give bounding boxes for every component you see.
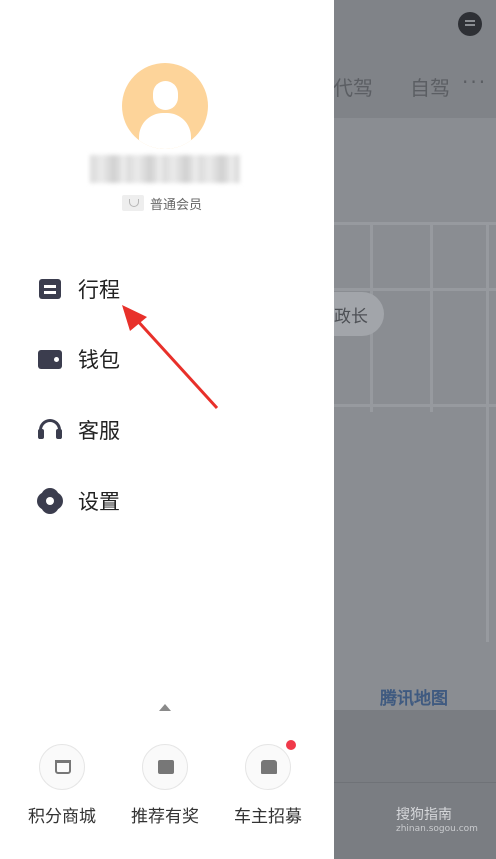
tab-daijia[interactable]: 代驾 — [333, 72, 373, 101]
expand-up-icon[interactable] — [159, 704, 171, 711]
referral-reward-button[interactable]: 推荐有奖 — [120, 744, 210, 827]
side-drawer: 普通会员 行程 钱包 客服 设置 积分商城 推荐有奖 车主招募 — [0, 0, 334, 859]
gear-icon — [38, 489, 62, 513]
menu-label: 行程 — [78, 278, 120, 302]
driver-icon — [245, 740, 296, 790]
trip-icon — [38, 277, 62, 301]
avatar[interactable] — [122, 63, 208, 149]
menu-label: 钱包 — [78, 348, 120, 372]
points-mall-button[interactable]: 积分商城 — [17, 744, 107, 827]
map-card-divider — [330, 782, 496, 783]
map-pill-label: 政长 — [334, 307, 368, 327]
cart-icon — [39, 744, 85, 790]
menu-item-wallet[interactable]: 钱包 — [38, 344, 120, 374]
map-road — [486, 222, 489, 642]
wallet-icon — [38, 347, 62, 371]
map-bottom-card — [330, 710, 496, 859]
notification-dot — [286, 740, 296, 750]
bottom-label: 推荐有奖 — [131, 807, 199, 827]
watermark: 搜狗指南 — [396, 807, 452, 823]
member-badge[interactable]: 普通会员 — [122, 194, 203, 213]
member-icon — [122, 195, 144, 211]
map-road — [330, 222, 496, 225]
menu-label: 设置 — [78, 490, 120, 514]
menu-item-trips[interactable]: 行程 — [38, 274, 120, 304]
map-road — [330, 288, 496, 291]
member-level-label: 普通会员 — [150, 197, 203, 213]
headset-icon — [38, 418, 62, 442]
message-icon[interactable] — [458, 12, 482, 36]
avatar-head-shape — [153, 81, 178, 110]
menu-label: 客服 — [78, 419, 120, 443]
map-provider-logo: 腾讯地图 — [380, 689, 448, 709]
username-blurred — [90, 155, 240, 183]
driver-recruit-button[interactable]: 车主招募 — [223, 740, 313, 827]
menu-item-support[interactable]: 客服 — [38, 415, 120, 445]
map-road — [430, 222, 433, 412]
bottom-label: 车主招募 — [234, 807, 302, 827]
bottom-label: 积分商城 — [28, 807, 96, 827]
map-road — [330, 404, 496, 407]
more-icon[interactable]: ··· — [462, 70, 487, 94]
avatar-body-shape — [139, 113, 191, 149]
watermark-url: zhinan.sogou.com — [396, 824, 478, 834]
menu-item-settings[interactable]: 设置 — [38, 486, 120, 516]
tab-zijia[interactable]: 自驾 — [410, 72, 450, 101]
gift-icon — [142, 744, 188, 790]
